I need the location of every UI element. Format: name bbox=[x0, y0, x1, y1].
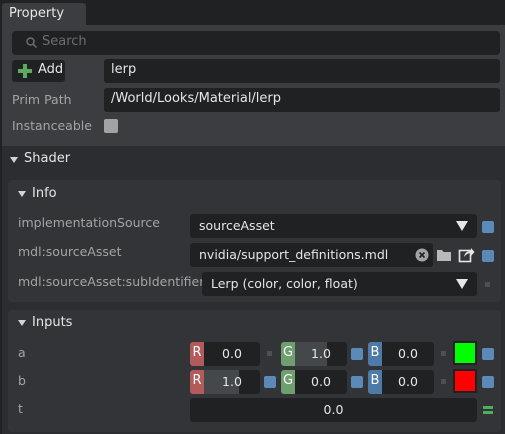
clear-icon[interactable] bbox=[415, 248, 429, 262]
search-placeholder: Search bbox=[42, 34, 87, 49]
prim-name-field[interactable]: lerp bbox=[104, 59, 500, 83]
attribute-override-indicator[interactable] bbox=[482, 348, 494, 360]
sub-identifier-dropdown[interactable]: Lerp (color, color, float) bbox=[202, 272, 477, 296]
channel-r-box: 1.0 bbox=[204, 370, 260, 394]
channel-r-value: 1.0 bbox=[222, 374, 242, 389]
channel-g-value: 0.0 bbox=[311, 374, 331, 389]
implementation-source-label: implementationSource bbox=[18, 215, 160, 230]
inputs-group-title[interactable]: Inputs bbox=[32, 315, 72, 330]
folder-icon[interactable] bbox=[436, 247, 452, 263]
input-a-g-field[interactable]: G 1.0 bbox=[281, 342, 347, 366]
instanceable-checkbox[interactable] bbox=[104, 119, 118, 133]
channel-r-box: 0.0 bbox=[204, 342, 260, 366]
attribute-default-indicator bbox=[267, 351, 272, 356]
input-b-r-field[interactable]: R 1.0 bbox=[190, 370, 260, 394]
search-icon bbox=[26, 37, 37, 48]
plus-icon bbox=[18, 64, 32, 78]
input-b-g-field[interactable]: G 0.0 bbox=[281, 370, 347, 394]
dropdown-arrow-icon bbox=[456, 279, 468, 289]
source-asset-label: mdl:sourceAsset bbox=[18, 244, 122, 259]
channel-b-badge: B bbox=[368, 342, 382, 366]
attribute-override-indicator[interactable] bbox=[482, 221, 494, 233]
add-button-label: Add bbox=[38, 62, 64, 77]
sub-identifier-value: Lerp (color, color, float) bbox=[211, 276, 358, 291]
channel-g-badge: G bbox=[281, 342, 295, 366]
collapse-triangle-icon[interactable] bbox=[10, 157, 18, 163]
dropdown-arrow-icon bbox=[456, 221, 468, 231]
prim-path-label: Prim Path bbox=[12, 92, 72, 107]
attribute-default-indicator bbox=[441, 379, 446, 384]
collapse-triangle-icon[interactable] bbox=[18, 191, 26, 197]
input-b-label: b bbox=[18, 373, 26, 388]
channel-r-badge: R bbox=[190, 370, 204, 394]
input-a-color-swatch[interactable] bbox=[453, 341, 477, 365]
tab-bar: Property bbox=[0, 0, 505, 26]
implementation-source-value: sourceAsset bbox=[199, 218, 275, 233]
channel-b-value: 0.0 bbox=[398, 374, 418, 389]
input-a-b-field[interactable]: B 0.0 bbox=[368, 342, 434, 366]
channel-r-badge: R bbox=[190, 342, 204, 366]
attribute-override-indicator[interactable] bbox=[264, 376, 276, 388]
input-b-b-field[interactable]: B 0.0 bbox=[368, 370, 434, 394]
attribute-default-indicator bbox=[441, 351, 446, 356]
info-group-title[interactable]: Info bbox=[32, 186, 57, 201]
input-a-r-field[interactable]: R 0.0 bbox=[190, 342, 260, 366]
input-t-value: 0.0 bbox=[323, 402, 344, 417]
collapse-triangle-icon[interactable] bbox=[18, 320, 26, 326]
search-input[interactable]: Search bbox=[12, 31, 500, 55]
attribute-override-indicator[interactable] bbox=[482, 376, 494, 388]
implementation-source-dropdown[interactable]: sourceAsset bbox=[190, 214, 477, 238]
channel-b-value: 0.0 bbox=[398, 346, 418, 361]
channel-r-value: 0.0 bbox=[222, 346, 242, 361]
attribute-override-indicator[interactable] bbox=[351, 376, 363, 388]
sub-identifier-label: mdl:sourceAsset:subIdentifier bbox=[18, 274, 205, 289]
attribute-override-indicator[interactable] bbox=[351, 348, 363, 360]
input-t-field[interactable]: 0.0 bbox=[190, 398, 477, 422]
equals-icon[interactable] bbox=[483, 406, 493, 414]
add-button[interactable]: Add bbox=[12, 60, 65, 82]
open-external-icon[interactable] bbox=[458, 246, 475, 263]
channel-g-value: 1.0 bbox=[311, 346, 331, 361]
channel-b-badge: B bbox=[368, 370, 382, 394]
source-asset-field[interactable]: nvidia/support_definitions.mdl bbox=[190, 243, 433, 267]
prim-path-field[interactable]: /World/Looks/Material/lerp bbox=[104, 88, 500, 112]
shader-section-title[interactable]: Shader bbox=[24, 151, 70, 166]
input-t-label: t bbox=[18, 401, 23, 416]
attribute-override-indicator[interactable] bbox=[482, 250, 494, 262]
attribute-default-indicator bbox=[485, 282, 490, 287]
channel-b-box: 0.0 bbox=[382, 342, 434, 366]
instanceable-label: Instanceable bbox=[12, 118, 92, 133]
channel-g-box: 1.0 bbox=[295, 342, 347, 366]
channel-g-box: 0.0 bbox=[295, 370, 347, 394]
input-b-color-swatch[interactable] bbox=[453, 369, 477, 393]
input-a-label: a bbox=[18, 345, 26, 360]
channel-b-box: 0.0 bbox=[382, 370, 434, 394]
tab-property[interactable]: Property bbox=[2, 3, 86, 26]
channel-g-badge: G bbox=[281, 370, 295, 394]
source-asset-value: nvidia/support_definitions.mdl bbox=[199, 247, 389, 262]
